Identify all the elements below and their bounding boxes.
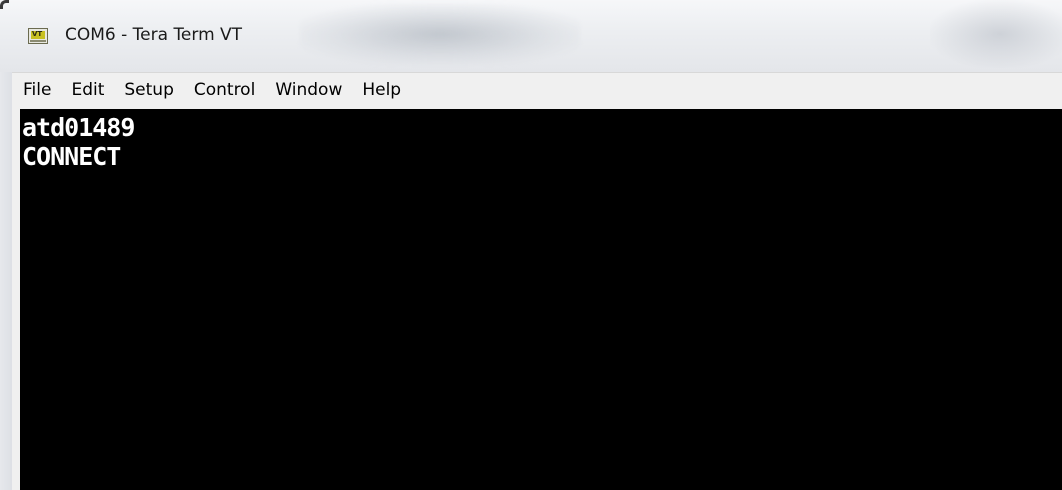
title-bar[interactable]: VT COM6 - Tera Term VT	[0, 0, 1062, 72]
window-title: COM6 - Tera Term VT	[65, 25, 243, 45]
window-frame-left	[0, 72, 12, 490]
menu-control[interactable]: Control	[184, 74, 265, 108]
menu-help[interactable]: Help	[352, 74, 411, 108]
background-blur	[300, 4, 580, 64]
icon-label: VT	[32, 30, 43, 38]
menu-bar: File Edit Setup Control Window Help	[12, 72, 1062, 109]
tera-term-vt-icon[interactable]: VT	[28, 28, 48, 44]
menu-edit[interactable]: Edit	[61, 74, 114, 108]
menu-window[interactable]: Window	[265, 74, 352, 108]
icon-base	[30, 40, 46, 42]
terminal-line: CONNECT	[22, 142, 121, 171]
menu-file[interactable]: File	[12, 74, 61, 108]
window-corner	[0, 0, 9, 9]
menu-setup[interactable]: Setup	[114, 74, 183, 108]
terminal-line: atd01489	[22, 113, 135, 142]
background-blur-right	[930, 0, 1062, 68]
tera-term-window: VT COM6 - Tera Term VT File Edit Setup C…	[0, 0, 1062, 490]
terminal-screen[interactable]: atd01489 CONNECT	[20, 109, 1062, 490]
